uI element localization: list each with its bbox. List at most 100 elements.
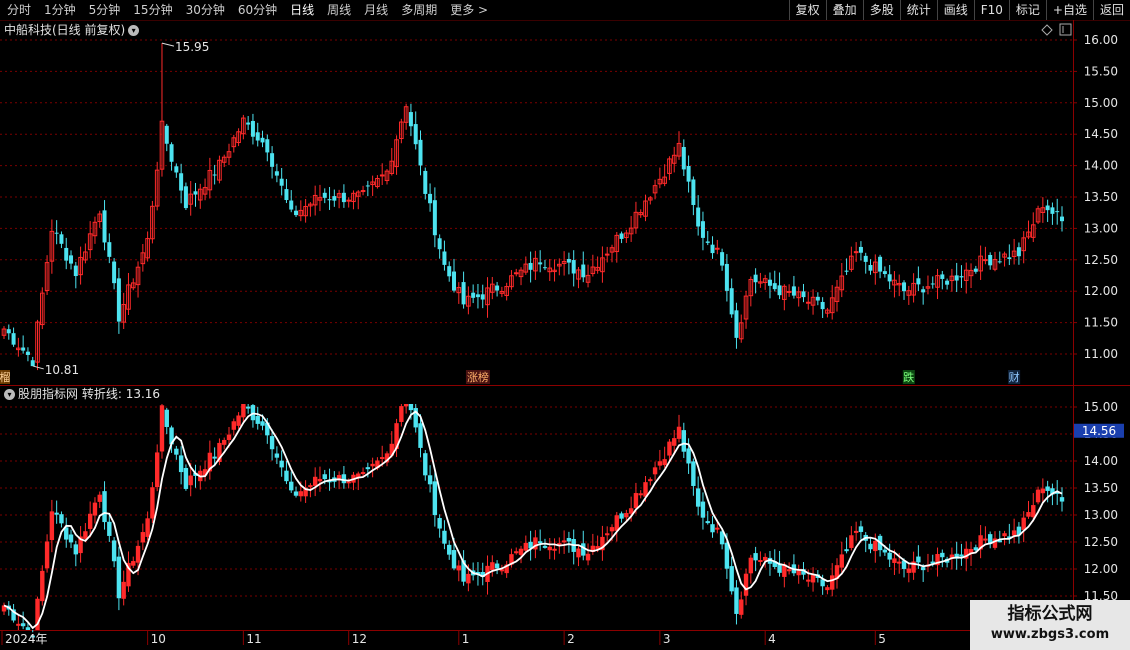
candle-body xyxy=(954,275,959,281)
indicator-bar xyxy=(1002,533,1007,537)
candle-body xyxy=(54,232,59,234)
indicator-bar xyxy=(724,542,730,569)
candle-body xyxy=(921,289,926,293)
indicator-bar xyxy=(346,481,351,484)
indicator-bar xyxy=(222,439,227,445)
candle-body xyxy=(64,247,69,261)
indicator-bar xyxy=(102,491,107,523)
candle-body xyxy=(260,137,265,143)
indicator-bar xyxy=(762,556,768,561)
indicator-bar xyxy=(87,513,93,529)
candle-body xyxy=(581,264,586,278)
indicator-bar xyxy=(403,404,409,407)
y-tick-label: 14.50 xyxy=(1084,127,1118,141)
candle-body xyxy=(940,274,945,279)
indicator-bar xyxy=(322,474,327,480)
chart-area[interactable]: 11.00 11.50 12.00 12.50 13.00 13.50 14.00 14.50… xyxy=(0,0,1130,650)
indicator-bar xyxy=(236,415,241,426)
indicator-bar xyxy=(269,436,275,450)
y-tick-label: 12.00 xyxy=(1084,284,1118,298)
candle-body xyxy=(475,294,480,298)
indicator-bar xyxy=(983,538,988,541)
candle-body xyxy=(791,286,796,296)
indicator-bar xyxy=(566,538,572,542)
candle-body xyxy=(566,259,571,263)
indicator-bar xyxy=(116,556,122,599)
candle-body xyxy=(428,193,433,204)
x-tick-label: 4 xyxy=(768,632,776,646)
candle-body xyxy=(696,207,701,227)
indicator-bar xyxy=(662,459,667,466)
candle-body xyxy=(332,196,337,201)
indicator-bar xyxy=(427,475,433,485)
indicator-bar xyxy=(853,530,859,533)
candle-body xyxy=(801,291,806,298)
min-price-label: 10.81 xyxy=(45,363,79,377)
indicator-bar xyxy=(715,527,720,530)
indicator-bar xyxy=(68,534,74,543)
indicator-bar xyxy=(959,554,964,557)
indicator-bar xyxy=(360,472,366,475)
indicator-bar xyxy=(370,463,375,467)
indicator-bar xyxy=(614,515,619,531)
indicator-bar xyxy=(451,550,457,569)
candle-body xyxy=(11,333,16,345)
indicator-bar xyxy=(657,461,663,466)
indicator-bar xyxy=(365,467,371,470)
indicator-bar xyxy=(806,579,811,582)
candle-body xyxy=(820,301,825,310)
candle-body xyxy=(945,280,950,285)
indicator-bar xyxy=(188,475,193,486)
watermark: 指标公式网 www.zbgs3.com xyxy=(970,600,1130,650)
candle-body xyxy=(112,261,117,284)
candle-body xyxy=(604,253,610,256)
indicator-bar xyxy=(542,545,548,548)
indicator-bar xyxy=(159,405,165,452)
indicator-bar xyxy=(667,441,672,456)
candle-body xyxy=(858,246,863,253)
candle-body xyxy=(724,263,729,291)
indicator-bar xyxy=(734,587,739,614)
indicator-bar xyxy=(293,491,299,496)
x-tick-label: 2024年 xyxy=(5,632,48,646)
indicator-bar xyxy=(873,540,878,552)
candle-body xyxy=(815,296,820,301)
candle-body xyxy=(1007,257,1012,260)
indicator-bar xyxy=(1045,486,1050,491)
indicator-bar xyxy=(561,540,567,543)
indicator-bar xyxy=(648,479,653,482)
y-tick-label: 15.00 xyxy=(1084,400,1118,414)
candle-body xyxy=(116,278,121,322)
indicator-bar xyxy=(676,426,682,439)
indicator-bar xyxy=(1031,505,1036,518)
y-tick-label: 15.00 xyxy=(1084,96,1118,110)
y-tick-label: 16.00 xyxy=(1084,33,1118,47)
indicator-bar xyxy=(514,551,519,554)
y-tick-label: 13.00 xyxy=(1084,221,1118,235)
indicator-bar xyxy=(83,531,88,539)
indicator-bar xyxy=(686,448,691,464)
indicator-bar xyxy=(174,448,179,455)
indicator-bar xyxy=(633,493,639,509)
candle-body xyxy=(360,190,366,193)
indicator-bar xyxy=(729,566,734,592)
candle-body xyxy=(720,252,725,266)
candle-body xyxy=(322,192,327,198)
indicator-bar xyxy=(92,502,98,516)
candle-body xyxy=(863,255,868,262)
y-tick-label: 11.50 xyxy=(1084,316,1118,330)
candle-body xyxy=(959,276,964,278)
candle-body xyxy=(270,153,275,167)
candle-body xyxy=(418,139,423,166)
indicator-bar xyxy=(695,488,701,507)
indicator-bar xyxy=(20,623,26,627)
indicator-bar xyxy=(212,456,217,459)
candle-body xyxy=(250,120,255,137)
candle-body xyxy=(887,274,892,282)
candle-body xyxy=(777,285,782,296)
indicator-bar xyxy=(140,532,146,543)
indicator-bar xyxy=(710,524,715,533)
candle-body xyxy=(729,288,734,315)
indicator-bar xyxy=(868,543,873,550)
candle-body xyxy=(107,242,112,257)
